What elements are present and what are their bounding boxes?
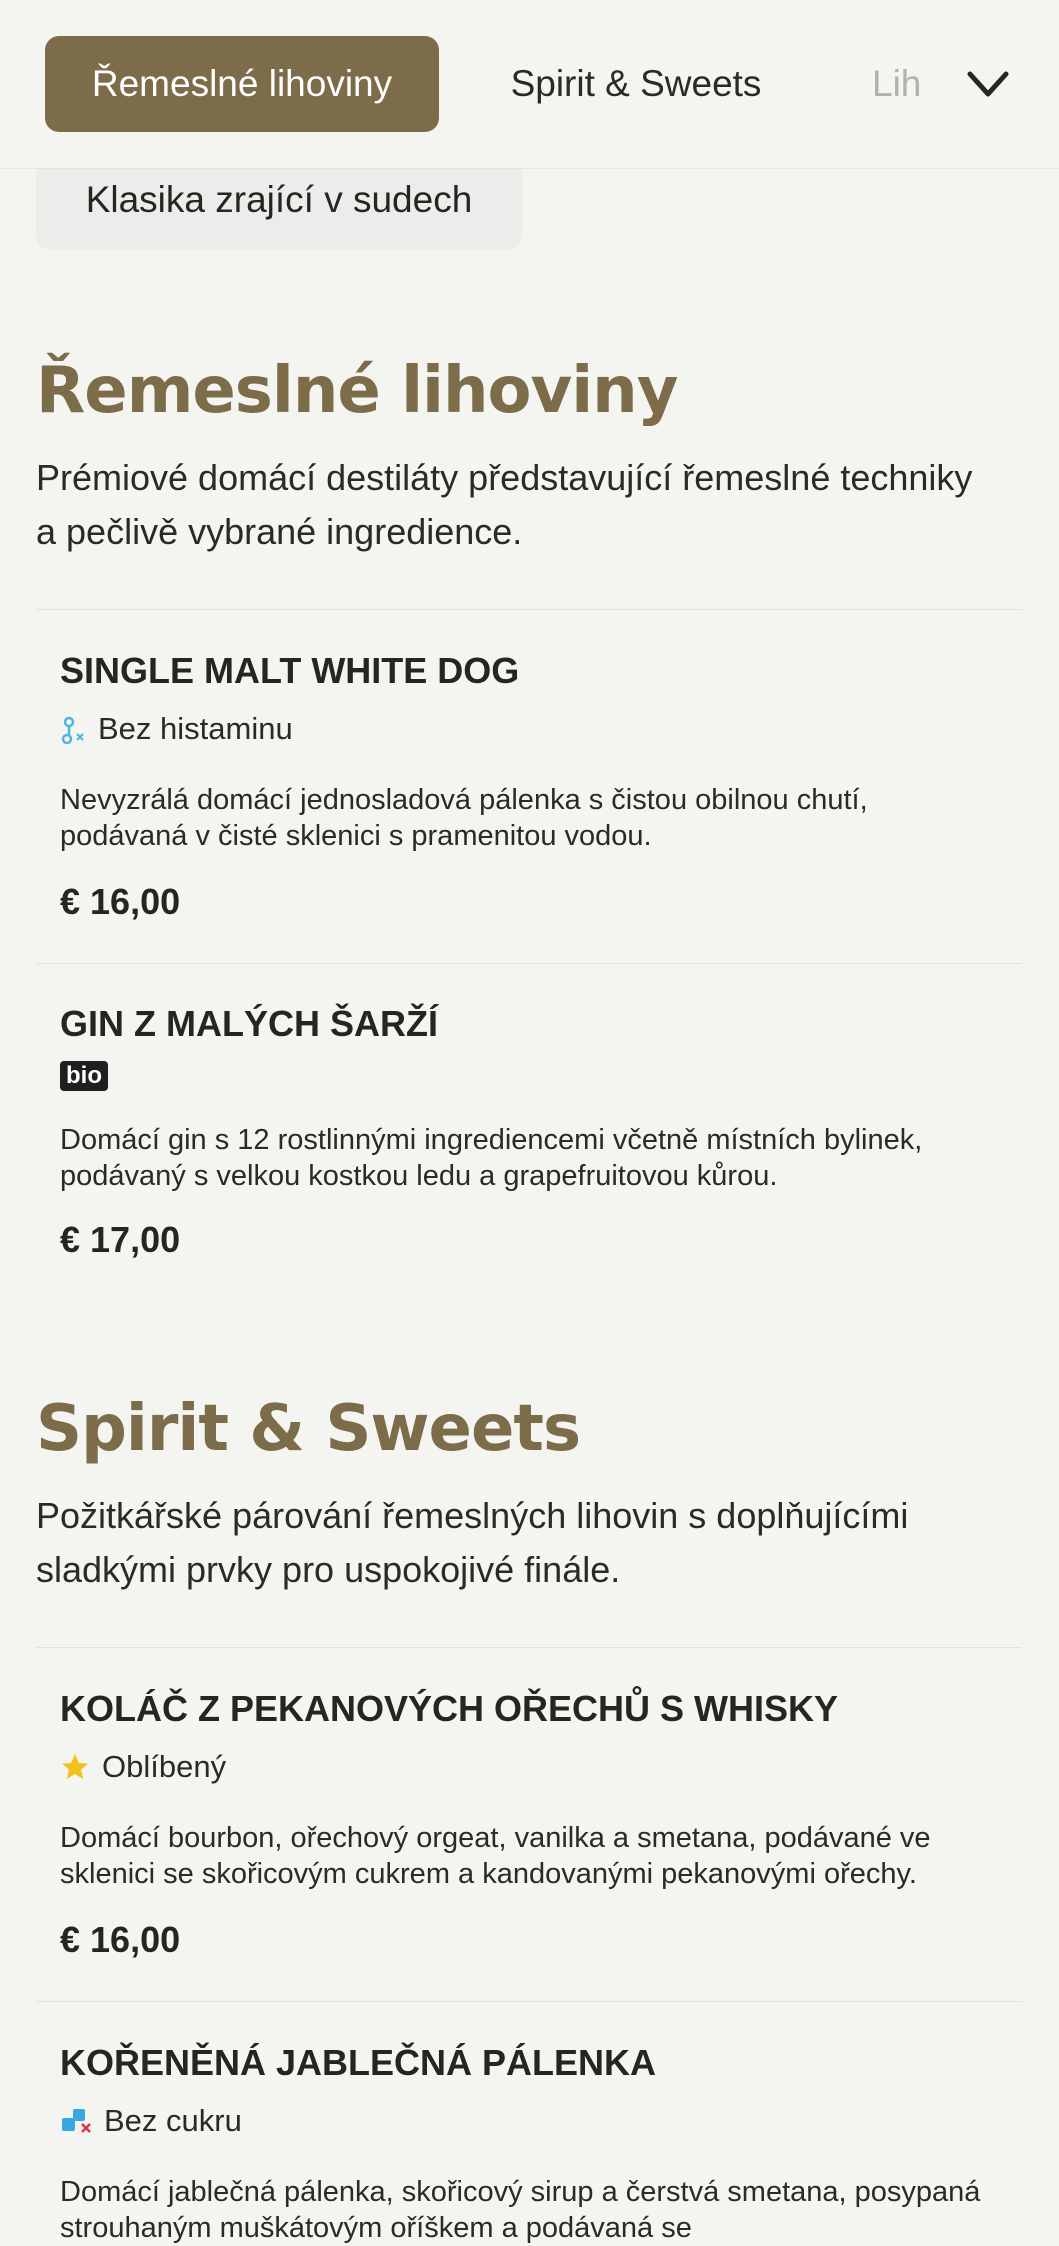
divider xyxy=(36,609,1022,610)
divider xyxy=(36,1647,1022,1648)
divider xyxy=(36,963,1022,964)
divider xyxy=(36,2001,1022,2002)
item-price: € 16,00 xyxy=(60,1919,181,1960)
tag-label: Bez cukru xyxy=(104,2103,242,2138)
tab-label: Liho xyxy=(872,63,920,104)
tab-lihoviny-partial[interactable]: Liho xyxy=(872,36,920,132)
tag-label: Bez histaminu xyxy=(98,711,293,746)
bio-badge: bio xyxy=(60,1061,108,1091)
item-name: GIN Z MALÝCH ŠARŽÍ xyxy=(60,1003,438,1044)
item-description: Domácí bourbon, ořechový orgeat, vanilka… xyxy=(60,1822,931,1890)
section-title: Řemeslné lihoviny xyxy=(36,354,678,428)
item-price: € 17,00 xyxy=(60,1219,181,1260)
dietary-tag: Bez histaminu xyxy=(60,711,293,747)
category-nav: Řemeslné lihoviny Spirit & Sweets Liho xyxy=(0,0,1059,169)
item-description: Nevyzrálá domácí jednosladová pálenka s … xyxy=(60,784,868,852)
section-description: Prémiové domácí destiláty představující … xyxy=(36,457,973,552)
section-title: Spirit & Sweets xyxy=(36,1392,581,1466)
dietary-tag: Bez cukru xyxy=(60,2103,242,2139)
item-price: € 16,00 xyxy=(60,881,181,922)
item-name: SINGLE MALT WHITE DOG xyxy=(60,650,520,691)
histamine-free-icon xyxy=(61,716,84,744)
item-description: Domácí jablečná pálenka, skořicový sirup… xyxy=(60,2176,981,2244)
tab-label: Řemeslné lihoviny xyxy=(91,63,393,104)
item-name: KOŘENĚNÁ JABLEČNÁ PÁLENKA xyxy=(60,2042,657,2083)
tab-spirit-and-sweets[interactable]: Spirit & Sweets xyxy=(466,36,806,132)
subcategory-label: Klasika zrající v sudech xyxy=(85,179,473,220)
tag-label: Oblíbený xyxy=(102,1749,227,1784)
tab-remeslne-lihoviny[interactable]: Řemeslné lihoviny xyxy=(45,36,439,132)
item-description: Domácí gin s 12 rostlinnými ingrediencem… xyxy=(60,1124,923,1192)
sugar-free-icon xyxy=(62,2109,91,2133)
chevron-down-icon[interactable] xyxy=(964,62,1012,106)
tab-label: Spirit & Sweets xyxy=(510,63,762,104)
section-description: Požitkářské párování řemeslných lihovin … xyxy=(36,1495,909,1590)
favorite-tag: Oblíbený xyxy=(60,1749,226,1785)
star-icon xyxy=(62,1754,88,1779)
item-name: KOLÁČ Z PEKANOVÝCH OŘECHŮ S WHISKY xyxy=(60,1688,839,1729)
